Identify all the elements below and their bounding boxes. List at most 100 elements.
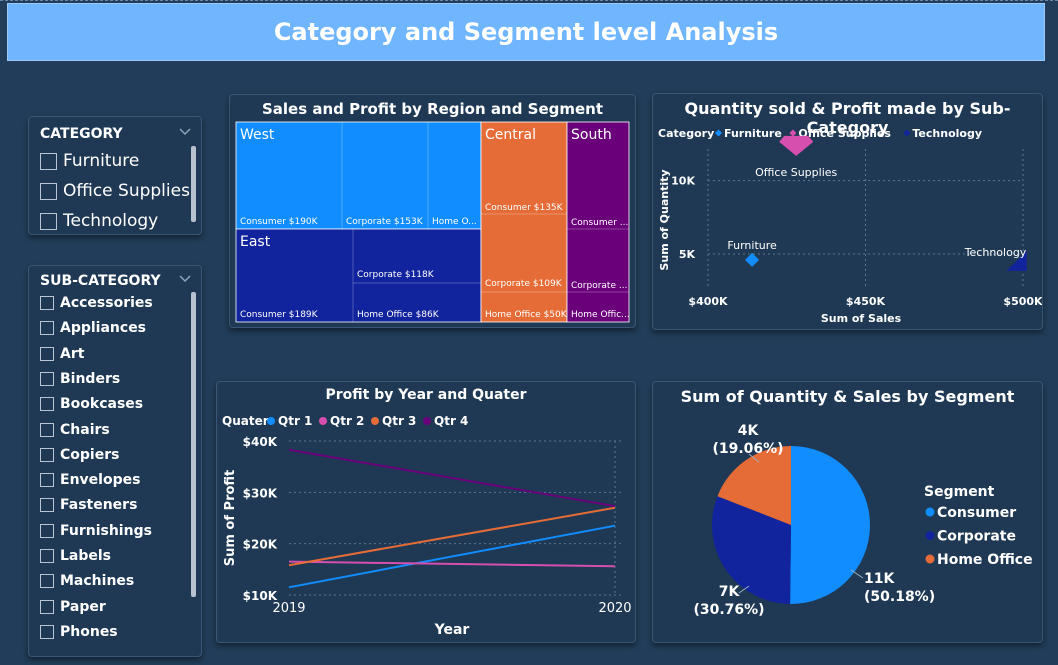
- pie-legend-item: Consumer: [937, 505, 1016, 521]
- pie-label-value: 7K: [719, 584, 741, 600]
- subcategory-item[interactable]: Binders: [40, 371, 120, 387]
- line-chart: Quater Qtr 1 Qtr 2 Qtr 3 Qtr 4$40K$30K$20K$1…: [222, 414, 632, 638]
- line-y-tick: $40K: [243, 435, 278, 449]
- checkbox[interactable]: [40, 212, 57, 230]
- subcategory-item[interactable]: Envelopes: [40, 472, 140, 488]
- legend-marker: [925, 554, 935, 564]
- category-scrollbar[interactable]: [191, 146, 196, 222]
- subcategory-item[interactable]: Fasteners: [40, 497, 137, 513]
- line-y-label: Sum of Profit: [223, 470, 238, 567]
- subcategory-item[interactable]: Furnishings: [40, 523, 152, 539]
- checkbox[interactable]: [40, 599, 54, 614]
- subcategory-item[interactable]: Chairs: [40, 422, 110, 438]
- checkbox[interactable]: [40, 296, 54, 310]
- subcategory-item[interactable]: Machines: [40, 573, 134, 589]
- checkbox[interactable]: [40, 321, 54, 336]
- subcategory-scrollbar[interactable]: [191, 292, 196, 597]
- legend-marker: [925, 507, 935, 517]
- checkbox[interactable]: [40, 371, 54, 386]
- pie-legend-item: Corporate: [937, 529, 1016, 545]
- checkbox[interactable]: [40, 624, 54, 639]
- subcategory-item-label: Copiers: [60, 446, 120, 463]
- subcategory-item-label: Labels: [60, 548, 112, 564]
- subcategory-item-label: Accessories: [60, 295, 153, 311]
- category-item[interactable]: Office Supplies: [40, 181, 190, 201]
- checkbox[interactable]: [40, 346, 54, 361]
- legend-marker: [371, 417, 379, 425]
- treemap-region-label: East: [240, 234, 271, 250]
- legend-marker: [903, 129, 911, 137]
- category-item-label: Technology: [63, 211, 159, 231]
- treemap-cell-label: Corporate $118K: [357, 270, 435, 280]
- treemap-region-label: South: [571, 127, 612, 143]
- checkbox[interactable]: [40, 422, 54, 437]
- subcategory-slicer: SUB-CATEGORY Accessories Appliances Art Bin…: [28, 265, 202, 657]
- legend-marker: [423, 417, 431, 425]
- treemap-cell-label: Consumer $190K: [240, 217, 319, 227]
- checkbox[interactable]: [40, 498, 54, 513]
- category-item-label: Furniture: [63, 151, 140, 171]
- legend-marker: [925, 531, 935, 540]
- subcategory-item[interactable]: Paper: [40, 599, 106, 615]
- pie-panel: Sum of Quantity & Sales by Segment 11K (5…: [652, 381, 1043, 643]
- scatter-point-furniture[interactable]: [745, 252, 760, 267]
- subcategory-item[interactable]: Accessories: [40, 295, 153, 311]
- pie-label-percent: (50.18%): [864, 589, 935, 605]
- pie-label-percent: (30.76%): [693, 602, 764, 618]
- scatter-point-label: Office Supplies: [755, 166, 837, 179]
- treemap-cell-label: Corporate $109K: [485, 279, 563, 289]
- treemap-region-label: Central: [485, 127, 536, 143]
- line-series-qtr-4[interactable]: [288, 448, 616, 508]
- line-legend-item: Qtr 3: [382, 414, 416, 428]
- scatter-point-office-supplies[interactable]: [779, 135, 814, 156]
- scatter-x-tick: $500K: [1003, 295, 1042, 308]
- line-x-tick: 2020: [598, 601, 631, 616]
- treemap-cell-label: Consumer $189K: [240, 310, 319, 320]
- pie-label-percent: (19.06%): [712, 441, 783, 457]
- pie-chart: 11K (50.18%) 7K (30.76%) 4K (19.06%) Segment Co…: [693, 423, 1032, 618]
- subcategory-item[interactable]: Bookcases: [40, 396, 143, 412]
- scatter-point-label: Technology: [964, 246, 1027, 259]
- subcategory-item-label: Binders: [60, 370, 121, 387]
- treemap-cell-label: Consumer $135K: [485, 203, 564, 213]
- line-y-tick: $20K: [243, 538, 278, 552]
- chevron-down-icon[interactable]: [179, 275, 191, 283]
- checkbox[interactable]: [40, 523, 54, 538]
- line-series-qtr-2[interactable]: [288, 560, 616, 568]
- line-legend-title: Quater: [222, 414, 269, 428]
- subcategory-item[interactable]: Labels: [40, 548, 111, 564]
- subcategory-item-label: Fasteners: [60, 497, 138, 514]
- checkbox[interactable]: [40, 473, 54, 488]
- subcategory-item[interactable]: Art: [40, 346, 84, 362]
- treemap-cell-label: Consumer ...: [571, 218, 628, 228]
- chevron-down-icon[interactable]: [179, 128, 191, 136]
- scatter-legend-title: Category: [658, 127, 714, 140]
- checkbox[interactable]: [40, 182, 57, 200]
- subcategory-item-label: Phones: [60, 623, 118, 640]
- subcategory-item-label: Envelopes: [60, 472, 141, 489]
- checkbox[interactable]: [40, 549, 54, 563]
- line-y-tick: $30K: [243, 486, 278, 500]
- category-item[interactable]: Technology: [40, 211, 158, 231]
- scatter-panel: Quantity sold & Profit made by Sub-Categ…: [652, 93, 1043, 330]
- scatter-y-tick: 5K: [679, 248, 696, 261]
- subcategory-item[interactable]: Appliances: [40, 320, 146, 336]
- line-x-label: Year: [434, 622, 470, 638]
- pie-slice-consumer[interactable]: [790, 446, 870, 604]
- pie-label-value: 4K: [738, 423, 760, 439]
- scatter-x-tick: $450K: [846, 295, 886, 308]
- pie-legend-title: Segment: [924, 484, 995, 500]
- page-title: Category and Segment level Analysis: [273, 18, 779, 46]
- line-legend-item: Qtr 4: [434, 414, 468, 428]
- checkbox[interactable]: [40, 447, 54, 462]
- scatter-point-label: Furniture: [727, 239, 777, 252]
- checkbox[interactable]: [40, 574, 54, 589]
- subcategory-item[interactable]: Phones: [40, 624, 118, 640]
- category-item-label: Office Supplies: [63, 181, 190, 201]
- subcategory-item[interactable]: Copiers: [40, 447, 119, 463]
- checkbox[interactable]: [40, 397, 54, 412]
- subcategory-slicer-title: SUB-CATEGORY: [40, 273, 161, 289]
- scatter-legend-item: Furniture: [724, 127, 782, 140]
- category-item[interactable]: Furniture: [40, 151, 139, 171]
- checkbox[interactable]: [40, 152, 57, 170]
